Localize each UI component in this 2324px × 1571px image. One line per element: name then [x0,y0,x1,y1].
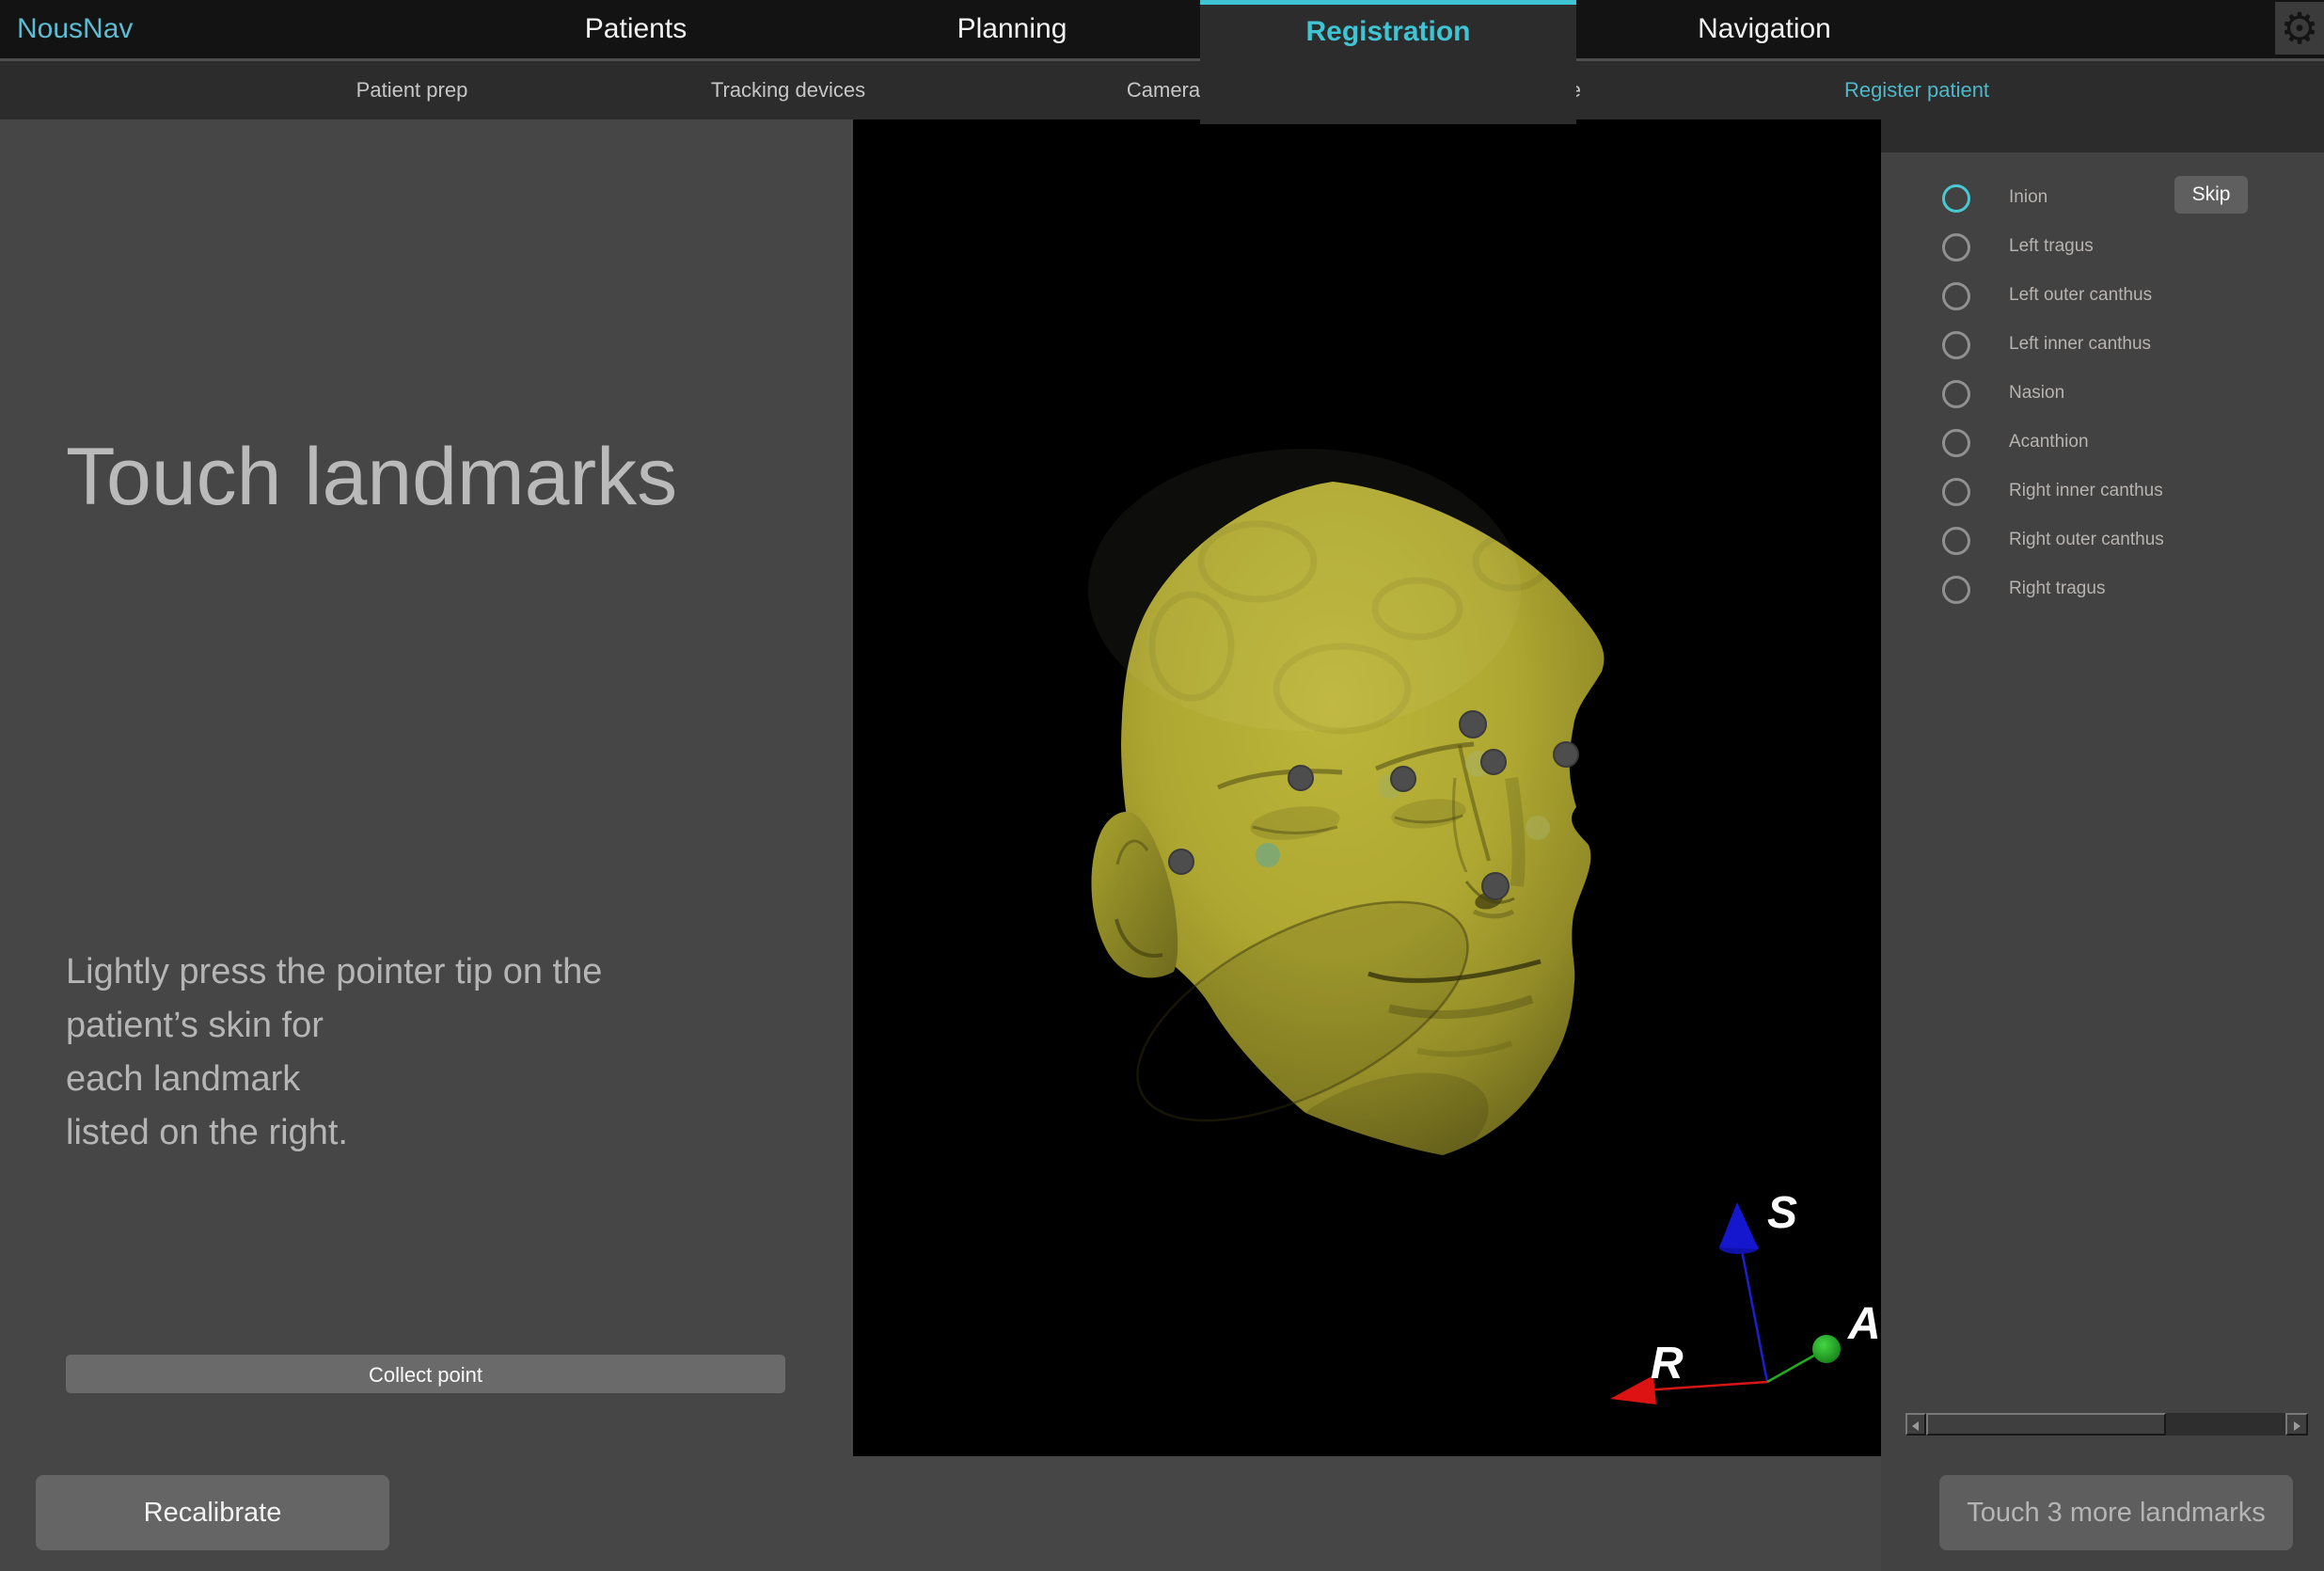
topbar-divider [0,58,2324,61]
touched-landmark [1554,742,1578,767]
app-logo: NousNav [17,0,133,58]
landmark-label: Nasion [2009,383,2064,404]
step-register-patient[interactable]: Register patient [1729,61,2105,119]
instructions-text: Lightly press the pointer tip on the pat… [66,945,781,1160]
landmark-radio[interactable] [1942,282,1970,310]
landmark-row[interactable]: Left inner canthus [1942,331,2253,361]
landmark-radio[interactable] [1942,429,1970,457]
orientation-axes: S A R [1610,1188,1881,1404]
head-model [1088,449,1604,1222]
tab-patients[interactable]: Patients [448,0,824,58]
scrollbar-left-button[interactable] [1905,1413,1926,1436]
landmark-row[interactable]: Left outer canthus [1942,282,2253,312]
touched-landmark [1169,849,1194,874]
touched-landmark [1481,750,1506,774]
settings-button[interactable]: ⚙ [2275,2,2324,55]
landmark-label: Acanthion [2009,432,2089,452]
viewport-hscrollbar [1905,1413,2308,1436]
landmark-row[interactable]: Right outer canthus [1942,527,2253,557]
recalibrate-button[interactable]: Recalibrate [36,1475,389,1550]
landmark-label: Right tragus [2009,579,2105,599]
landmark-radio[interactable] [1942,184,1970,213]
nousnav-window: NousNav Patients Planning Registration N… [0,0,2324,1571]
landmark-radio[interactable] [1942,380,1970,408]
landmark-row[interactable]: Right tragus [1942,576,2253,606]
touched-landmark [1391,767,1415,791]
landmark-row[interactable]: Left tragus [1942,233,2253,263]
landmark-radio[interactable] [1942,233,1970,262]
landmark-label: Inion [2009,187,2047,208]
skip-button[interactable]: Skip [2174,176,2248,214]
tab-navigation[interactable]: Navigation [1576,0,1952,58]
landmark-row[interactable]: Acanthion [1942,429,2253,459]
touched-landmark [1460,711,1486,738]
scroll-left-icon [1912,1421,1919,1431]
model-landmark-green [1256,843,1280,867]
landmark-label: Left tragus [2009,236,2094,257]
collect-point-button[interactable]: Collect point [66,1355,785,1393]
landmark-row[interactable]: Nasion [1942,380,2253,410]
scrollbar-right-button[interactable] [2285,1413,2308,1436]
page-title: Touch landmarks [66,425,677,529]
scrollbar-thumb[interactable] [1926,1413,2166,1436]
step-tracking-devices[interactable]: Tracking devices [600,61,976,119]
tab-planning[interactable]: Planning [824,0,1200,58]
landmark-row[interactable]: Right inner canthus [1942,478,2253,508]
registration-step-bar: Patient prep Tracking devices Camera Cal… [0,61,2324,119]
head-model-render: S A R [853,119,1881,1456]
landmark-label: Left outer canthus [2009,285,2152,306]
landmark-radio[interactable] [1942,331,1970,359]
tab-registration[interactable]: Registration [1200,0,1576,124]
gear-icon: ⚙ [2280,4,2318,53]
axis-label-anterior: A [1847,1299,1881,1349]
right-axis-arrow [1610,1375,1656,1404]
landmark-label: Right inner canthus [2009,481,2163,501]
axis-label-superior: S [1767,1188,1797,1238]
step-patient-prep[interactable]: Patient prep [224,61,600,119]
axis-label-right: R [1651,1339,1684,1389]
touch-more-landmarks-button[interactable]: Touch 3 more landmarks [1939,1475,2293,1550]
3d-viewport[interactable]: S A R [853,119,1881,1456]
anterior-axis-cone [1812,1335,1841,1363]
landmark-radio[interactable] [1942,576,1970,604]
superior-axis-cone [1719,1202,1759,1249]
landmark-label: Left inner canthus [2009,334,2151,355]
touched-landmark [1288,766,1313,790]
landmark-panel-top-strip [1881,119,2324,152]
model-landmark-faint [1526,816,1550,840]
touched-landmark [1482,873,1509,899]
landmark-radio[interactable] [1942,527,1970,555]
landmark-radio[interactable] [1942,478,1970,506]
scroll-right-icon [2294,1421,2300,1431]
landmark-label: Right outer canthus [2009,530,2164,550]
